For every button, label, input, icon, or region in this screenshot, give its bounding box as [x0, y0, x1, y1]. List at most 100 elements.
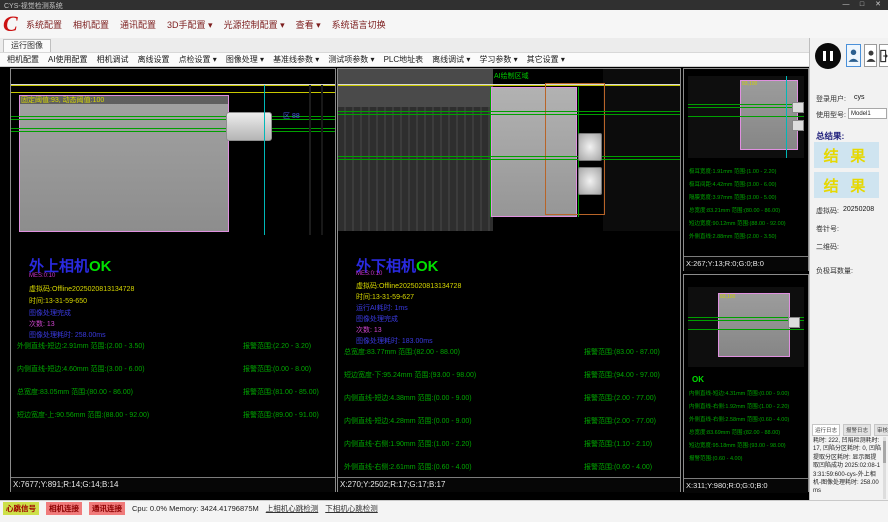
close-button[interactable]: ✕ — [870, 0, 886, 10]
status-ok: OK — [692, 375, 704, 384]
measurement-row: 内侧直线-短边:4.28mm 范围:(0.00 - 9.00) 报警范围:(2.… — [344, 416, 680, 425]
measure-line — [338, 159, 680, 160]
count-line: 次数: 13 — [356, 325, 382, 335]
log-tab-run[interactable]: 运行日志 — [812, 424, 840, 436]
needle-number-label: 卷针号: — [816, 224, 839, 234]
pause-icon — [830, 51, 833, 61]
alarm-range: 报警范围:(2.00 - 77.00) — [584, 416, 656, 426]
process-time-line: 图像处理耗时: 258.00ms — [29, 330, 106, 340]
login-user-button[interactable] — [846, 44, 861, 67]
tool-offline-settings[interactable]: 离线设置 — [138, 54, 170, 65]
camera-view-outer-lower: AI绘制区域 外下相机OK MES:0:10 虚拟码:Offline202502… — [337, 68, 681, 492]
menu-camera-config[interactable]: 相机配置 — [73, 18, 109, 31]
tool-spot-check-settings[interactable]: 点检设置 ▾ — [179, 54, 217, 65]
switch-user-button[interactable] — [864, 44, 877, 67]
alarm-range: 报警范围:(94.00 - 97.00) — [584, 370, 660, 380]
alarm-range: 报警范围:(2.00 - 77.00) — [584, 393, 656, 403]
measurement-value: 外侧直线-右侧:2.61mm 范围:(0.60 - 4.00) — [344, 462, 472, 472]
electrode-tab — [792, 120, 804, 131]
tool-offline-debug[interactable]: 离线调试 ▾ — [432, 54, 470, 65]
measurement-value: 短边宽度-下:95.24mm 范围:(93.00 - 98.00) — [344, 370, 476, 380]
mes-line: MES:0:10 — [356, 271, 382, 277]
tool-baseline-params[interactable]: 基准线参数 ▾ — [273, 54, 319, 65]
log-scrollbar[interactable] — [883, 437, 886, 499]
camera-image-outer-upper[interactable]: 固定阈值:93, 动态阈值:100 区 88 — [11, 84, 335, 235]
camera-view-inner-upper: 93,100 极耳宽度:1.91mm 范围:(1.00 - 2.20) 极耳间距… — [683, 68, 809, 271]
region-label: 区 88 — [283, 111, 300, 121]
toolbar: 相机配置 AI使用配置 相机调试 离线设置 点检设置 ▾ 图像处理 ▾ 基准线参… — [0, 52, 809, 67]
exit-door-icon — [880, 49, 888, 63]
user-icon — [866, 49, 876, 63]
measurement-value: 总宽度:83.77mm 范围:(82.00 - 88.00) — [344, 347, 460, 357]
tab-row: 运行图像 — [0, 38, 809, 52]
tool-camera-debug[interactable]: 相机调试 — [97, 54, 129, 65]
menu-system-config[interactable]: 系统配置 — [26, 18, 62, 31]
exit-button[interactable] — [879, 44, 888, 67]
camera-connection-badge: 相机连接 — [46, 502, 82, 515]
process-time-line: 图像处理耗时: 183.00ms — [356, 336, 433, 346]
scrollbar-thumb[interactable] — [883, 441, 886, 463]
app-window: CYS-视觉检测系统 — □ ✕ C 系统配置 相机配置 通讯配置 3D手配置 … — [0, 0, 888, 522]
pixel-coordinates-bar: X:7677;Y:891;R:14;G:14;B:14 — [11, 477, 335, 492]
pause-button[interactable] — [815, 43, 841, 69]
pixel-coordinates-bar: X:270;Y:2502;R:17;G:17;B:17 — [338, 477, 680, 492]
measure-line — [338, 85, 680, 86]
window-controls: — □ ✕ — [838, 0, 886, 10]
log-tab-alarm[interactable]: 报警日志 — [843, 424, 871, 436]
tool-other-settings[interactable]: 其它设置 ▾ — [527, 54, 565, 65]
pixel-coordinates-bar: X:311;Y:980;R:0;G:0;B:0 — [684, 478, 808, 493]
tool-ai-usage-config[interactable]: AI使用配置 — [48, 54, 88, 65]
tool-camera-config[interactable]: 相机配置 — [7, 54, 39, 65]
login-user-value: cys — [854, 94, 865, 101]
login-user-label: 登录用户: — [816, 94, 846, 104]
tab-run-image[interactable]: 运行图像 — [3, 39, 51, 52]
alarm-range: 报警范围:(83.00 - 87.00) — [584, 347, 660, 357]
log-text: 耗时: 222, 凹陷检测耗时: 17, 凹陷分区耗时: 0, 凹陷提取分区耗时… — [813, 437, 881, 499]
camera-image-inner-upper[interactable]: 93,100 — [688, 76, 804, 158]
menu-comm-config[interactable]: 通讯配置 — [120, 18, 156, 31]
time-line: 时间:13-31-59-650 — [29, 296, 87, 306]
side-panel: 登录用户: cys 使用型号: Model1 总结果: 结 果 结 果 虚拟码:… — [809, 38, 888, 500]
camera-view-inner-lower: 93,100 OK 内侧直线-短边:4.31mm 范围:(0.00 - 9.00… — [683, 274, 809, 492]
maximize-button[interactable]: □ — [854, 0, 870, 10]
tool-plc-address-table[interactable]: PLC地址表 — [384, 54, 424, 65]
log-tab-audit[interactable]: 审核日志 — [874, 424, 888, 436]
camera-image-outer-lower[interactable]: AI绘制区域 — [338, 69, 680, 231]
tool-image-processing[interactable]: 图像处理 ▾ — [226, 54, 264, 65]
electrode-tab — [788, 317, 800, 328]
measurement-row: 内侧直线-短边:4.38mm 范围:(0.00 - 9.00) 报警范围:(2.… — [344, 393, 680, 402]
camera-image-inner-lower[interactable]: 93,100 — [688, 287, 804, 367]
measurement-row: 总宽度:83.77mm 范围:(82.00 - 88.00) 报警范围:(83.… — [344, 347, 680, 356]
measurement-line: 极耳宽度:1.91mm 范围:(1.00 - 2.20) — [689, 167, 776, 175]
lower-camera-heartbeat-link[interactable]: 下相机心跳检测 — [325, 503, 378, 514]
result-box-lower: 结 果 — [814, 172, 879, 198]
total-result-label: 总结果: — [816, 130, 844, 142]
status-items: 心跳信号 相机连接 通讯连接 Cpu: 0.0% Memory: 3424.41… — [3, 502, 378, 515]
tool-test-item-params[interactable]: 测试项参数 ▾ — [328, 54, 374, 65]
pixel-coordinates-bar: X:267;Y:13;R:0;G:0;B:0 — [684, 256, 808, 271]
measurement-value: 内侧直线-右侧:1.90mm 范围:(1.00 - 2.20) — [344, 439, 472, 449]
measurement-row: 内侧直线-右侧:1.90mm 范围:(1.00 - 2.20) 报警范围:(1.… — [344, 439, 680, 448]
measurement-line: 隔膜宽度:3.97mm 范围:(3.00 - 5.00) — [689, 193, 776, 201]
gripper-part — [226, 112, 272, 141]
background-structure — [321, 85, 323, 235]
menu-light-control-config[interactable]: 光源控制配置 ▾ — [224, 18, 285, 31]
background-structure — [338, 69, 493, 107]
mes-line: MES:0:10 — [29, 273, 55, 279]
model-select[interactable]: Model1 — [848, 108, 887, 119]
ai-region-label: AI绘制区域 — [494, 71, 529, 81]
count-line: 次数: 13 — [29, 319, 55, 329]
menu-view[interactable]: 查看 ▾ — [296, 18, 321, 31]
virtual-code-value: 20250208 — [843, 206, 874, 213]
measure-line — [338, 156, 680, 157]
measurement-value: 内侧直线-短边:4.60mm 范围:(3.00 - 6.00) — [17, 364, 145, 374]
result-box-upper: 结 果 — [814, 142, 879, 168]
upper-camera-heartbeat-link[interactable]: 上相机心跳检测 — [266, 503, 319, 514]
minimize-button[interactable]: — — [838, 0, 854, 10]
menu-language-switch[interactable]: 系统语言切换 — [332, 18, 386, 31]
background-structure — [603, 69, 680, 231]
menubar: C 系统配置 相机配置 通讯配置 3D手配置 ▾ 光源控制配置 ▾ 查看 ▾ 系… — [0, 10, 888, 39]
menu-3d-hand-config[interactable]: 3D手配置 ▾ — [167, 18, 213, 31]
measurement-line: 内侧直线-短边:4.31mm 范围:(0.00 - 9.00) — [689, 389, 789, 397]
tool-learning-params[interactable]: 学习参数 ▾ — [479, 54, 517, 65]
